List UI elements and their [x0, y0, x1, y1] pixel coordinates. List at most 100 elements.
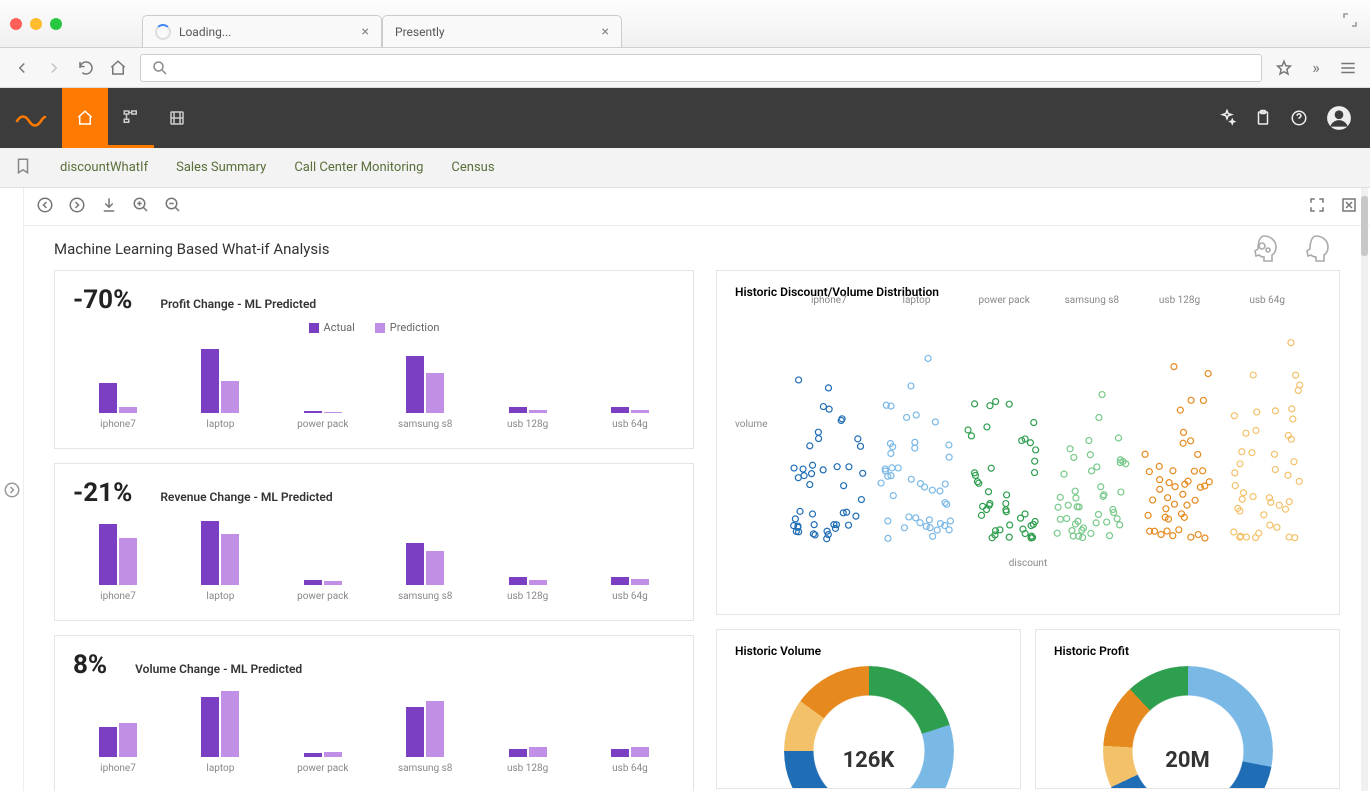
chart-legend: Actual Prediction: [73, 321, 675, 334]
bar-actual: [99, 524, 117, 585]
bar-actual: [201, 349, 219, 413]
bookmark-star-icon[interactable]: [1274, 58, 1294, 78]
menu-icon[interactable]: [1338, 58, 1358, 78]
bar-group: usb 64g: [585, 343, 675, 430]
bar-prediction: [119, 407, 137, 413]
nav-tree-button[interactable]: [108, 88, 154, 148]
help-icon[interactable]: [1290, 109, 1308, 127]
bar-prediction: [631, 579, 649, 585]
bar-prediction: [529, 580, 547, 585]
bar-group: iphone7: [73, 687, 163, 774]
prev-page-button[interactable]: [36, 196, 54, 218]
bar-prediction: [119, 538, 137, 585]
bar-actual: [406, 707, 424, 757]
bar-actual: [304, 753, 322, 757]
bar-label: samsung s8: [398, 763, 452, 774]
ai-sparkle-icon[interactable]: [1218, 109, 1236, 127]
bar-label: iphone7: [100, 419, 136, 430]
bar-chart: iphone7 laptop power pack samsung s8: [73, 342, 675, 430]
back-button[interactable]: [12, 58, 32, 78]
bar-prediction: [221, 381, 239, 413]
tab-label: Loading...: [179, 25, 231, 39]
vertical-scrollbar[interactable]: [1361, 188, 1368, 791]
facet-label: laptop: [873, 295, 961, 306]
minimize-window-button[interactable]: [30, 18, 42, 30]
bar-actual: [99, 383, 117, 413]
nav-home-button[interactable]: [62, 88, 108, 148]
breadcrumb-link[interactable]: discountWhatIf: [60, 160, 148, 175]
bar-group: power pack: [278, 687, 368, 774]
close-tab-icon[interactable]: ×: [362, 24, 369, 40]
breadcrumb-link[interactable]: Sales Summary: [176, 160, 266, 175]
browser-tab-presently[interactable]: Presently ×: [382, 15, 622, 47]
close-report-button[interactable]: [1340, 196, 1358, 218]
url-bar[interactable]: [140, 54, 1262, 82]
breadcrumb-link[interactable]: Census: [451, 160, 494, 175]
report-toolbar: [24, 188, 1370, 226]
bar-chart: iphone7 laptop power pack samsung s8: [73, 514, 675, 602]
bar-label: power pack: [297, 591, 348, 602]
expand-sidebar-button[interactable]: [0, 188, 24, 791]
bar-actual: [509, 407, 527, 413]
scatter-points: [1223, 309, 1311, 549]
forward-button[interactable]: [44, 58, 64, 78]
traffic-lights: [10, 18, 62, 30]
metric-card: -70% Profit Change - ML Predicted Actual…: [54, 270, 694, 449]
bar-actual: [509, 749, 527, 757]
user-avatar-icon[interactable]: [1326, 105, 1352, 131]
maximize-window-button[interactable]: [50, 18, 62, 30]
bar-label: power pack: [297, 419, 348, 430]
app-logo[interactable]: [0, 88, 62, 148]
zoom-in-button[interactable]: [132, 196, 150, 218]
bar-label: usb 64g: [612, 591, 648, 602]
nav-library-button[interactable]: [154, 88, 200, 148]
close-tab-icon[interactable]: ×: [602, 24, 609, 40]
close-window-button[interactable]: [10, 18, 22, 30]
bar-actual: [201, 521, 219, 585]
next-page-button[interactable]: [68, 196, 86, 218]
bar-prediction: [324, 581, 342, 585]
reload-button[interactable]: [76, 58, 96, 78]
bar-prediction: [221, 691, 239, 757]
bar-group: usb 64g: [585, 515, 675, 602]
scatter-facet: usb 64g: [1223, 309, 1311, 549]
facet-label: samsung s8: [1048, 295, 1136, 306]
overflow-chevron-icon[interactable]: »: [1306, 58, 1326, 78]
search-icon: [151, 59, 169, 77]
donut-title: Historic Volume: [735, 644, 1002, 658]
facet-label: power pack: [960, 295, 1048, 306]
bar-group: laptop: [175, 687, 265, 774]
content-wrap: Machine Learning Based What-if Analysis …: [0, 188, 1370, 791]
breadcrumb-link[interactable]: Call Center Monitoring: [294, 160, 423, 175]
report-canvas: Machine Learning Based What-if Analysis …: [24, 226, 1370, 791]
bar-prediction: [426, 701, 444, 757]
brain-icon[interactable]: [1298, 232, 1334, 272]
card-title: Revenue Change - ML Predicted: [160, 490, 332, 504]
fullscreen-button[interactable]: [1308, 196, 1326, 218]
bar-prediction: [324, 412, 342, 413]
bookmark-icon[interactable]: [14, 157, 32, 179]
download-button[interactable]: [100, 196, 118, 218]
bar-actual: [201, 697, 219, 757]
bar-group: laptop: [175, 343, 265, 430]
scatter-facet: power pack: [960, 309, 1048, 549]
clipboard-icon[interactable]: [1254, 109, 1272, 127]
bar-group: usb 128g: [483, 687, 573, 774]
gears-brain-icon[interactable]: [1246, 232, 1282, 272]
bar-actual: [406, 543, 424, 585]
bar-actual: [611, 407, 629, 413]
facet-label: iphone7: [785, 295, 873, 306]
bar-group: usb 128g: [483, 343, 573, 430]
x-axis-label: discount: [735, 558, 1321, 569]
scatter-points: [960, 309, 1048, 549]
browser-tab-loading[interactable]: Loading... ×: [142, 15, 382, 47]
scatter-points: [1048, 309, 1136, 549]
enter-fullscreen-icon[interactable]: [1342, 12, 1358, 28]
bar-group: laptop: [175, 515, 265, 602]
bar-actual: [611, 749, 629, 757]
home-button[interactable]: [108, 58, 128, 78]
bar-label: laptop: [206, 419, 234, 430]
donut-center-value: 20M: [1165, 748, 1210, 773]
zoom-out-button[interactable]: [164, 196, 182, 218]
card-title: Profit Change - ML Predicted: [160, 297, 316, 311]
